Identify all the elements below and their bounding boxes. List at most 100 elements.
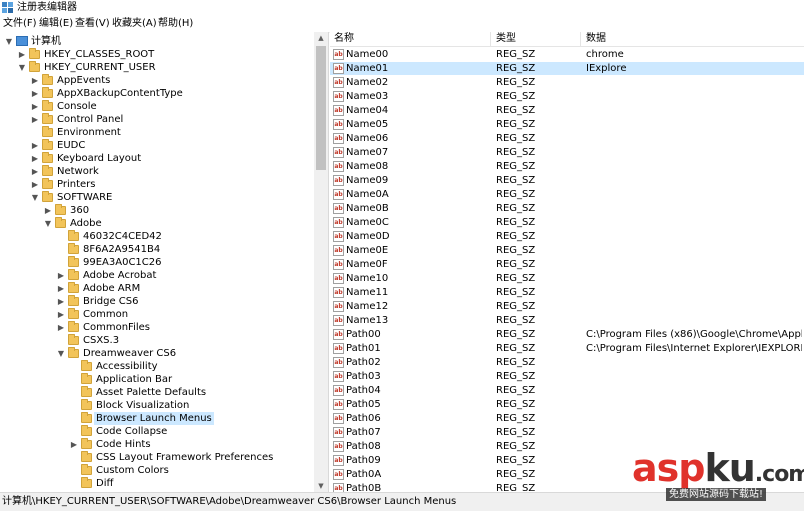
tree-item[interactable]: ▶ Adobe Acrobat: [0, 269, 320, 282]
expand-right-chevron-icon[interactable]: ▶: [56, 282, 66, 295]
value-row[interactable]: ab Name08 REG_SZ: [330, 160, 804, 173]
expand-right-chevron-icon[interactable]: ▶: [30, 87, 40, 100]
value-row[interactable]: ab Path07 REG_SZ: [330, 426, 804, 439]
expand-right-chevron-icon[interactable]: ▶: [30, 74, 40, 87]
scroll-up-arrow-icon[interactable]: ▲: [314, 32, 328, 44]
tree-item[interactable]: ▶ HKEY_CLASSES_ROOT: [0, 48, 320, 61]
tree-item[interactable]: ▼ SOFTWARE: [0, 191, 320, 204]
tree-item[interactable]: CSS Layout Framework Preferences: [0, 451, 320, 464]
tree-item[interactable]: Code Collapse: [0, 425, 320, 438]
tree-item[interactable]: Diff: [0, 477, 320, 490]
expand-right-chevron-icon[interactable]: ▶: [30, 165, 40, 178]
tree-item[interactable]: 99EA3A0C1C26: [0, 256, 320, 269]
value-row[interactable]: ab Name0D REG_SZ: [330, 230, 804, 243]
tree-item[interactable]: Browser Launch Menus: [0, 412, 320, 425]
tree-item[interactable]: ▶ Common: [0, 308, 320, 321]
value-row[interactable]: ab Name02 REG_SZ: [330, 76, 804, 89]
expand-down-chevron-icon[interactable]: ▼: [43, 217, 53, 230]
tree-item[interactable]: ▶ Network: [0, 165, 320, 178]
column-header-name[interactable]: 名称: [334, 33, 354, 45]
menu-file[interactable]: 文件(F): [3, 17, 37, 31]
menu-help[interactable]: 帮助(H): [158, 17, 193, 31]
value-row[interactable]: ab Name0A REG_SZ: [330, 188, 804, 201]
value-row[interactable]: ab Name0B REG_SZ: [330, 202, 804, 215]
value-row[interactable]: ab Name10 REG_SZ: [330, 272, 804, 285]
tree-item[interactable]: ▼ Dreamweaver CS6: [0, 347, 320, 360]
value-row[interactable]: ab Name0F REG_SZ: [330, 258, 804, 271]
tree-item[interactable]: CSXS.3: [0, 334, 320, 347]
expand-right-chevron-icon[interactable]: ▶: [56, 321, 66, 334]
menu-edit[interactable]: 编辑(E): [39, 17, 73, 31]
tree-item[interactable]: ▶ Control Panel: [0, 113, 320, 126]
value-row[interactable]: ab Path05 REG_SZ: [330, 398, 804, 411]
tree-scrollbar[interactable]: ▲ ▼: [314, 32, 328, 492]
value-row[interactable]: ab Name03 REG_SZ: [330, 90, 804, 103]
value-row[interactable]: ab Name07 REG_SZ: [330, 146, 804, 159]
tree-item[interactable]: Application Bar: [0, 373, 320, 386]
expand-right-chevron-icon[interactable]: ▶: [30, 139, 40, 152]
expand-right-chevron-icon[interactable]: ▶: [56, 308, 66, 321]
tree-item[interactable]: ▶ Printers: [0, 178, 320, 191]
tree-item[interactable]: ▶ Code Hints: [0, 438, 320, 451]
expand-down-chevron-icon[interactable]: ▼: [17, 61, 27, 74]
expand-right-chevron-icon[interactable]: ▶: [69, 438, 79, 451]
tree-item[interactable]: 8F6A2A9541B4: [0, 243, 320, 256]
value-row[interactable]: ab Name01 REG_SZ IExplore: [330, 62, 804, 75]
value-row[interactable]: ab Path02 REG_SZ: [330, 356, 804, 369]
tree-item[interactable]: ▼ 计算机: [0, 35, 320, 48]
expand-right-chevron-icon[interactable]: ▶: [30, 178, 40, 191]
scroll-thumb[interactable]: [316, 46, 326, 170]
tree-item[interactable]: ▶ Adobe ARM: [0, 282, 320, 295]
expand-right-chevron-icon[interactable]: ▶: [17, 48, 27, 61]
tree-item[interactable]: Environment: [0, 126, 320, 139]
expand-right-chevron-icon[interactable]: ▶: [30, 100, 40, 113]
tree-item[interactable]: ▶ 360: [0, 204, 320, 217]
expand-right-chevron-icon[interactable]: ▶: [56, 295, 66, 308]
expand-down-chevron-icon[interactable]: ▼: [4, 35, 14, 48]
tree-item[interactable]: ▶ EUDC: [0, 139, 320, 152]
value-row[interactable]: ab Name12 REG_SZ: [330, 300, 804, 313]
tree-item[interactable]: Block Visualization: [0, 399, 320, 412]
value-row[interactable]: ab Path01 REG_SZ C:\Program Files\Internet …: [330, 342, 804, 355]
menu-favorites[interactable]: 收藏夹(A): [112, 17, 157, 31]
tree-item[interactable]: 46032C4CED42: [0, 230, 320, 243]
tree-item[interactable]: ▶ CommonFiles: [0, 321, 320, 334]
expand-right-chevron-icon[interactable]: ▶: [30, 152, 40, 165]
tree-item[interactable]: Asset Palette Defaults: [0, 386, 320, 399]
value-row[interactable]: ab Name09 REG_SZ: [330, 174, 804, 187]
tree-item[interactable]: Accessibility: [0, 360, 320, 373]
menu-view[interactable]: 查看(V): [75, 17, 110, 31]
value-row[interactable]: ab Name11 REG_SZ: [330, 286, 804, 299]
tree-item[interactable]: Custom Colors: [0, 464, 320, 477]
tree-item[interactable]: ▼ Adobe: [0, 217, 320, 230]
tree-item[interactable]: ▶ Console: [0, 100, 320, 113]
tree-item[interactable]: ▶ AppXBackupContentType: [0, 87, 320, 100]
value-row[interactable]: ab Path04 REG_SZ: [330, 384, 804, 397]
column-header-type[interactable]: 类型: [496, 33, 516, 45]
column-header-data[interactable]: 数据: [586, 33, 606, 45]
value-row[interactable]: ab Name05 REG_SZ: [330, 118, 804, 131]
tree-item[interactable]: ▶ AppEvents: [0, 74, 320, 87]
expand-down-chevron-icon[interactable]: ▼: [30, 191, 40, 204]
scroll-down-arrow-icon[interactable]: ▼: [314, 480, 328, 492]
value-row[interactable]: ab Path03 REG_SZ: [330, 370, 804, 383]
column-divider[interactable]: [580, 32, 581, 46]
column-divider[interactable]: [490, 32, 491, 46]
value-row[interactable]: ab Name13 REG_SZ: [330, 314, 804, 327]
registry-key-tree[interactable]: ▼ 计算机 ▶ HKEY_CLASSES_ROOT ▼ HKEY_CURRENT_USER…: [0, 32, 329, 492]
values-list[interactable]: 名称 类型 数据 ab Name00 REG_SZ chrome ab Name01 REG…: [330, 32, 804, 492]
value-row[interactable]: ab Path00 REG_SZ C:\Program Files (x86)\Goo…: [330, 328, 804, 341]
value-row[interactable]: ab Name06 REG_SZ: [330, 132, 804, 145]
tree-item[interactable]: ▼ HKEY_CURRENT_USER: [0, 61, 320, 74]
value-row[interactable]: ab Name04 REG_SZ: [330, 104, 804, 117]
value-row[interactable]: ab Path06 REG_SZ: [330, 412, 804, 425]
expand-right-chevron-icon[interactable]: ▶: [30, 113, 40, 126]
tree-item[interactable]: ▶ Keyboard Layout: [0, 152, 320, 165]
expand-down-chevron-icon[interactable]: ▼: [56, 347, 66, 360]
value-row[interactable]: ab Name00 REG_SZ chrome: [330, 48, 804, 61]
value-row[interactable]: ab Name0E REG_SZ: [330, 244, 804, 257]
tree-item[interactable]: ▶ Bridge CS6: [0, 295, 320, 308]
expand-right-chevron-icon[interactable]: ▶: [56, 269, 66, 282]
value-row[interactable]: ab Name0C REG_SZ: [330, 216, 804, 229]
expand-right-chevron-icon[interactable]: ▶: [43, 204, 53, 217]
